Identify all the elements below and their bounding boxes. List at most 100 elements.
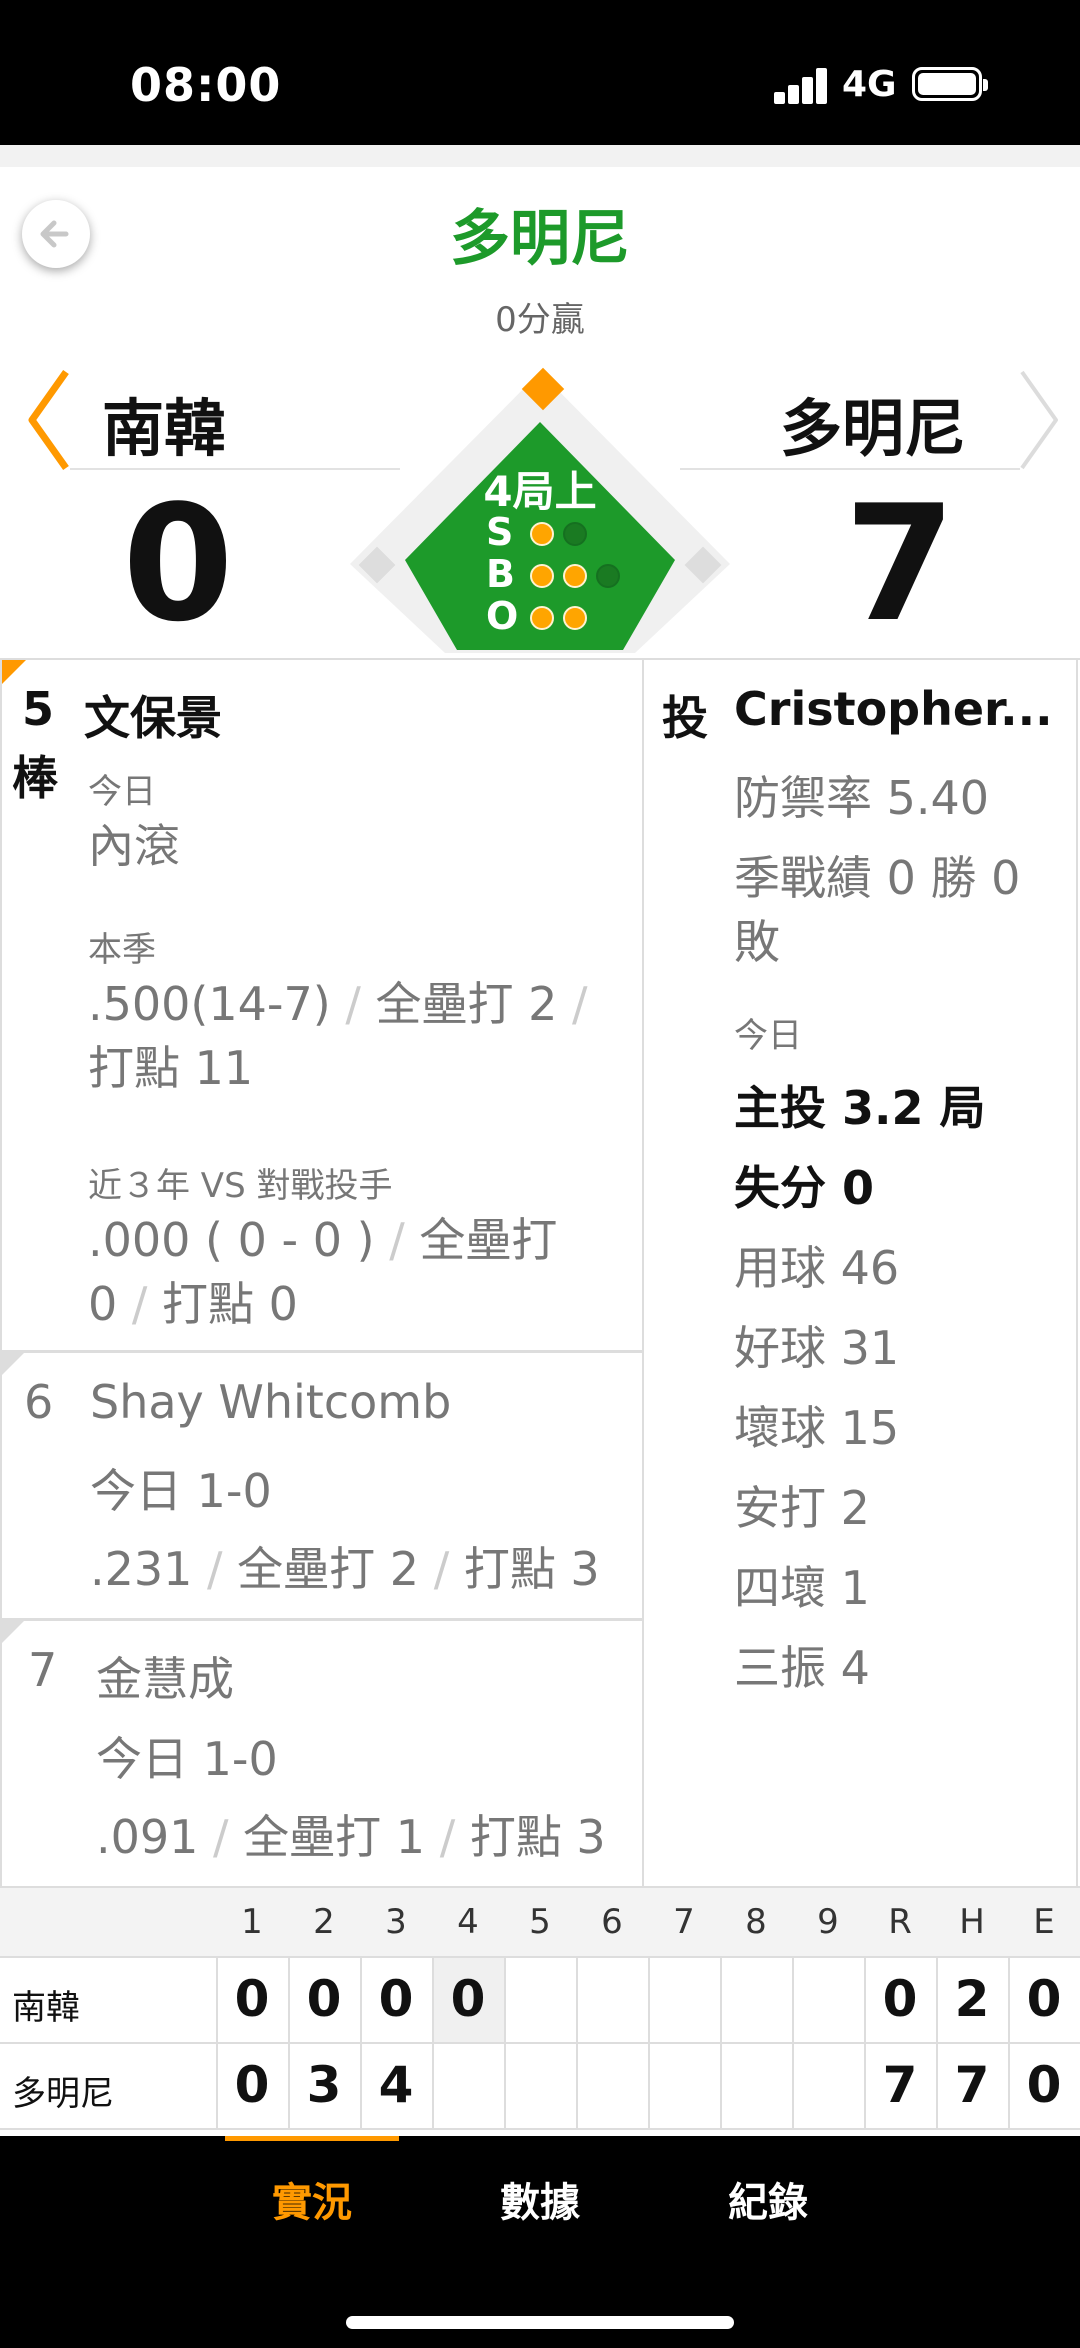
linescore-col-line [432,1956,434,2130]
batter-name: 文保景 [84,691,222,745]
linescore-cell: 0 [1026,2056,1062,2114]
linescore-col-line [864,1956,866,2130]
season-avg: .500(14-7) [88,977,331,1031]
pitcher-runs: 失分 0 [734,1161,875,1215]
count-s-label: S [486,510,514,554]
linescore-header: 2 [313,1902,335,1942]
network-type: 4G [842,64,897,105]
chevron-right-icon[interactable] [1016,368,1064,472]
today-result: 內滾 [88,819,180,873]
linescore-team: 南韓 [12,1988,80,2028]
linescore-header: 8 [745,1902,767,1942]
outs-dot [563,606,587,630]
current-batter[interactable]: 5 棒 文保景 今日 內滾 本季 .500(14-7) / 全壘打 2 / 打點… [0,660,642,1350]
linescore-header: 7 [673,1902,695,1942]
tab-records[interactable]: 紀錄 [668,2170,868,2228]
linescore-row-line [0,1956,1080,1958]
linescore-cell: 0 [306,1970,342,2028]
linescore-col-line [792,1956,794,2130]
linescore-header: 9 [817,1902,839,1942]
linescore-cell: 0 [450,1970,486,2028]
nav-active-indicator [225,2136,399,2141]
linescore-cell: 0 [882,1970,918,2028]
linescore-header: 1 [241,1902,263,1942]
next-batter[interactable]: 6 Shay Whitcomb 今日 1-0 .231 / 全壘打 2 / 打點… [0,1353,642,1618]
away-team-name[interactable]: 南韓 [102,378,226,468]
pitcher-strikeouts: 三振 4 [734,1641,870,1695]
signal-icon [774,68,827,104]
season-hr: 全壘打 2 [237,1542,420,1596]
tab-live[interactable]: 實況 [212,2170,412,2228]
linescore-header: R [888,1902,912,1942]
batting-order-suffix: 棒 [12,751,58,805]
status-bar: 08:00 4G [0,0,1080,145]
pitcher-walks: 四壞 1 [734,1561,870,1615]
home-team-name[interactable]: 多明尼 [780,378,966,468]
bottom-nav: 實況 數據 紀錄 [0,2136,1080,2348]
home-score: 7 [844,470,956,657]
linescore-cell: 2 [954,1970,990,2028]
pitcher-role: 投 [662,691,708,745]
pitcher-panel[interactable]: 投 Cristopher... 防禦率 5.40 季戰績 0 勝 0 敗 今日 … [644,660,1076,1886]
vs-rbi: 打點 0 [162,1277,298,1331]
count-b-label: B [486,552,515,596]
today-result: 今日 1-0 [90,1464,272,1518]
season-avg: .231 [90,1542,193,1596]
vs-stats-line1: .000 ( 0 - 0 ) / 全壘打 [88,1213,558,1267]
count-o-label: O [486,594,519,638]
season-rbi: 打點 11 [88,1041,254,1095]
pitcher-balls: 壞球 15 [734,1401,900,1455]
linescore: 南韓 多明尼 123456789RHE0000020034770 [0,1886,1080,2136]
linescore-col-line [504,1956,506,2130]
inning-label: 4局上 [483,467,597,516]
linescore-header: 6 [601,1902,623,1942]
linescore-row-line [0,2128,1080,2130]
linescore-cell: 0 [234,2056,270,2114]
pitcher-name: Cristopher... [734,682,1053,736]
vs-hr-label: 全壘打 [419,1213,558,1267]
vs-stats-line2: 0 / 打點 0 [88,1277,298,1331]
linescore-col-line [648,1956,650,2130]
linescore-col-line [288,1956,290,2130]
linescore-cell: 7 [882,2056,918,2114]
strikes-dot [530,522,554,546]
season-hr: 全壘打 1 [243,1810,426,1864]
batter-name: 金慧成 [96,1652,234,1706]
chevron-left-icon[interactable] [24,368,72,472]
balls-dot [563,564,587,588]
pitcher-innings: 主投 3.2 局 [734,1081,986,1135]
linescore-header: 4 [457,1902,479,1942]
result-subtitle: 0分贏 [495,300,585,340]
season-stats: .091 / 全壘打 1 / 打點 3 [96,1810,606,1864]
linescore-cell: 4 [378,2056,414,2114]
linescore-cell: 7 [954,2056,990,2114]
tab-stats[interactable]: 數據 [440,2170,640,2228]
strikes-dot [563,522,587,546]
pitcher-strikes: 好球 31 [734,1321,900,1375]
linescore-cell: 0 [234,1970,270,2028]
linescore-col-line [720,1956,722,2130]
pitcher-hits: 安打 2 [734,1481,870,1535]
batting-order: 5 [22,682,55,736]
vs-label: 近３年 VS 對戰投手 [88,1166,393,1206]
today-label: 今日 [88,772,156,812]
away-score: 0 [122,470,234,657]
batting-order: 7 [28,1643,58,1697]
pitcher-today-label: 今日 [734,1016,802,1056]
panel-right-edge [1076,658,1078,1886]
linescore-col-line [936,1956,938,2130]
linescore-col-line [360,1956,362,2130]
linescore-col-line [576,1956,578,2130]
next-batter[interactable]: 7 金慧成 今日 1-0 .091 / 全壘打 1 / 打點 3 [0,1621,642,1886]
linescore-header: E [1033,1902,1055,1942]
linescore-cell: 3 [306,2056,342,2114]
season-label: 本季 [88,930,156,970]
linescore-col-line [216,1956,218,2130]
linescore-header: H [959,1902,985,1942]
linescore-header: 3 [385,1902,407,1942]
vs-avg: .000 ( 0 - 0 ) [88,1213,375,1267]
page-title: 多明尼 [450,204,630,274]
pitcher-record-cont: 敗 [734,915,780,969]
linescore-top-line [0,1886,1080,1888]
outs-dot [530,606,554,630]
